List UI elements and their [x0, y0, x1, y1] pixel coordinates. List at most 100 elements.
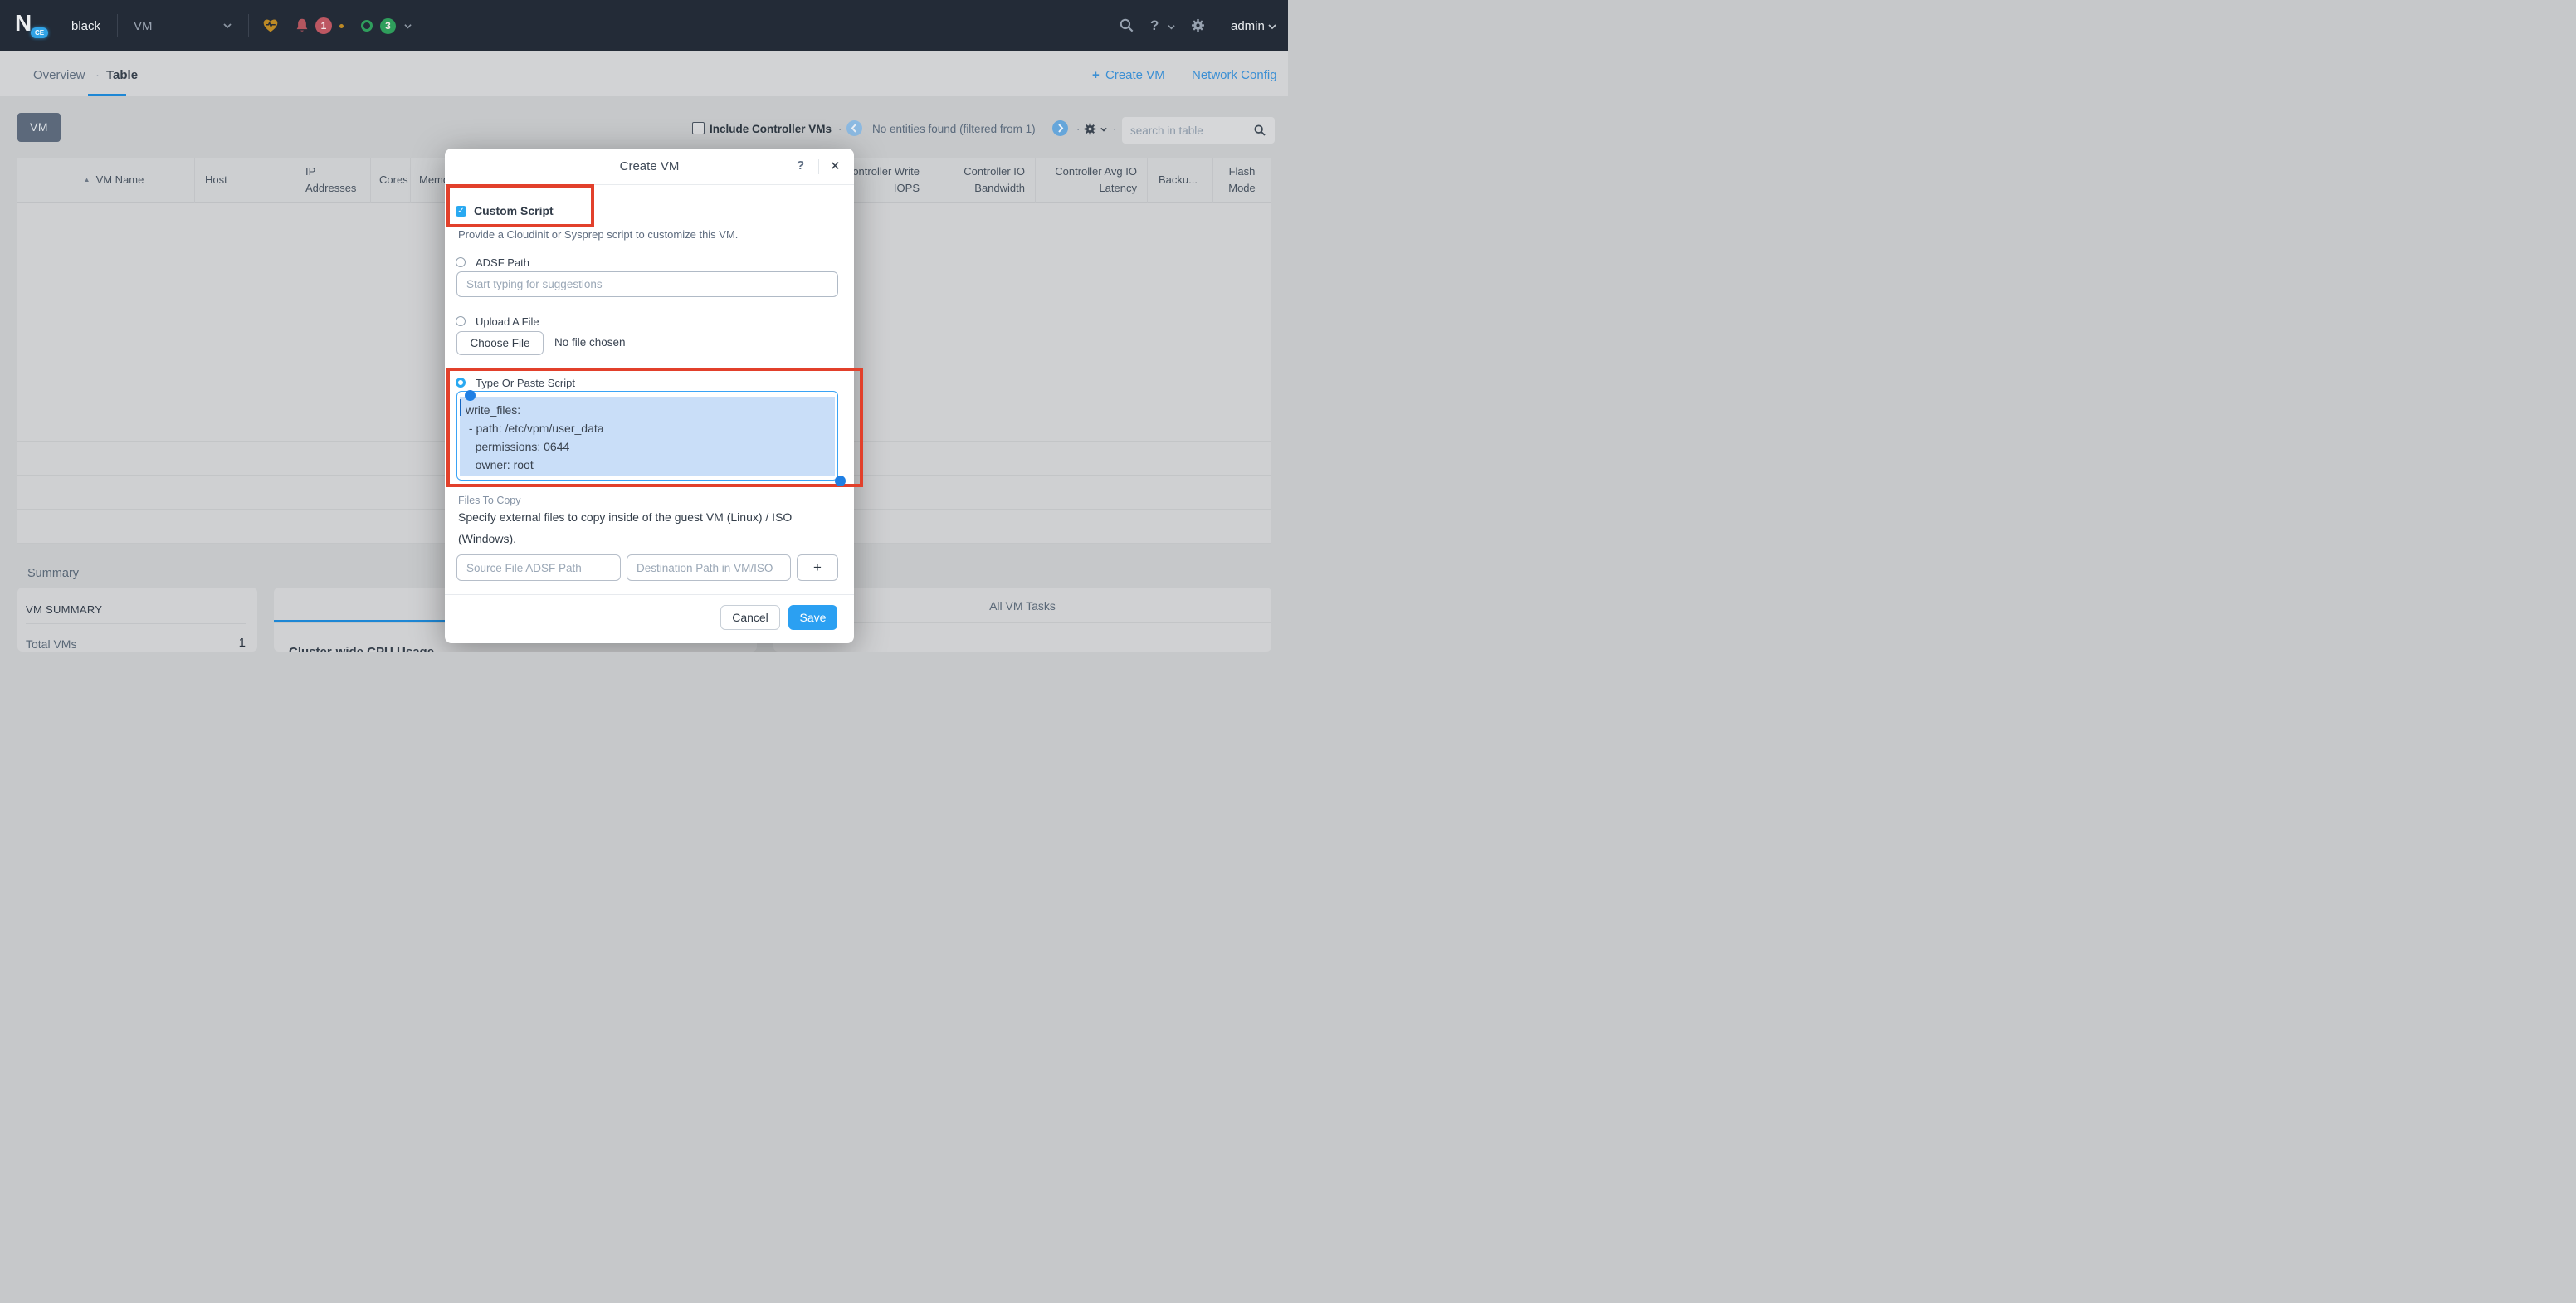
running-tasks-ring-icon[interactable] [361, 20, 373, 32]
column-label: Cores [379, 172, 421, 188]
column-label: Controller IO [929, 163, 1025, 180]
warning-dot-icon [339, 24, 344, 28]
column-label: Bandwidth [929, 180, 1025, 197]
upload-file-label: Upload A File [476, 315, 539, 328]
column-header-ip-addresses[interactable]: IP Addresses [305, 158, 380, 203]
sort-asc-icon: ▲ [84, 172, 90, 188]
chart-title: Cluster-wide CPU Usage [289, 645, 434, 652]
source-file-path-input[interactable] [456, 554, 621, 581]
column-label: Addresses [305, 180, 380, 197]
task-count-badge[interactable]: 3 [380, 18, 396, 34]
dot-separator: · [1113, 123, 1116, 135]
gear-icon[interactable] [1190, 17, 1206, 33]
card-divider [26, 623, 246, 624]
include-controller-vms-label: Include Controller VMs [710, 123, 832, 135]
save-button[interactable]: Save [788, 605, 837, 630]
user-menu[interactable]: admin [1231, 19, 1265, 33]
add-file-row-button[interactable]: + [797, 554, 838, 581]
adsf-path-input[interactable] [456, 271, 838, 297]
modal-title: Create VM [445, 159, 854, 173]
next-page-button[interactable] [1052, 120, 1068, 136]
tab-table[interactable]: Table [106, 68, 138, 82]
close-icon[interactable]: ✕ [830, 159, 841, 173]
plus-icon: + [1092, 68, 1100, 82]
chevron-down-icon[interactable] [1167, 23, 1176, 31]
files-to-copy-help: Specify external files to copy inside of… [458, 510, 792, 524]
column-separator [1212, 158, 1213, 203]
table-search [1122, 117, 1275, 144]
dot-separator: · [1076, 123, 1080, 135]
column-label: Host [205, 172, 296, 188]
vm-summary-card: VM SUMMARY Total VMs 1 [17, 588, 257, 652]
column-label: Controller Avg IO [1037, 163, 1137, 180]
health-heart-icon[interactable] [262, 17, 279, 34]
selection-handle-start[interactable] [465, 390, 476, 401]
custom-script-help-text: Provide a Cloudinit or Sysprep script to… [458, 228, 738, 241]
modal-header-border [445, 184, 854, 185]
column-label: Flash [1212, 163, 1271, 180]
total-vms-value: 1 [239, 636, 246, 650]
adsf-path-radio[interactable] [456, 257, 466, 267]
selection-handle-end[interactable] [835, 476, 846, 486]
nutanix-logo[interactable]: N [15, 10, 31, 37]
include-controller-vms-checkbox[interactable] [692, 122, 705, 134]
choose-file-button[interactable]: Choose File [456, 331, 544, 355]
column-header-controller-avg-io-latency[interactable]: Controller Avg IO Latency [1037, 158, 1137, 203]
cluster-name[interactable]: black [71, 19, 100, 33]
table-search-input[interactable] [1130, 117, 1247, 144]
tab-separator: · [95, 68, 100, 82]
prev-page-button[interactable] [846, 120, 862, 136]
column-header-backup[interactable]: Backu... [1159, 158, 1217, 203]
top-navbar: N CE black VM 1 3 ? admin [0, 0, 1288, 51]
tab-overview[interactable]: Overview [33, 68, 85, 82]
total-vms-label: Total VMs [26, 637, 76, 651]
search-icon[interactable] [1119, 17, 1134, 33]
nav-divider [117, 14, 118, 37]
search-icon[interactable] [1253, 124, 1266, 137]
table-settings-gear-icon[interactable] [1083, 122, 1097, 136]
text-caret [460, 399, 461, 416]
entity-menu-select[interactable]: VM [134, 19, 153, 33]
column-header-host[interactable]: Host [205, 158, 296, 203]
network-config-link[interactable]: Network Config [1192, 68, 1277, 82]
summary-heading: Summary [27, 567, 79, 580]
destination-path-input[interactable] [627, 554, 791, 581]
column-header-cores[interactable]: Cores [379, 158, 421, 203]
column-label: IP [305, 163, 380, 180]
column-header-vm-name[interactable]: ▲ VM Name [25, 158, 202, 203]
active-tab-indicator [88, 94, 126, 96]
column-separator [410, 158, 411, 203]
type-or-paste-label: Type Or Paste Script [476, 377, 575, 389]
help-menu[interactable]: ? [1150, 17, 1159, 34]
chevron-down-icon[interactable] [1100, 126, 1108, 133]
chevron-down-icon[interactable] [222, 22, 232, 30]
no-file-chosen-text: No file chosen [554, 336, 626, 349]
modal-help-icon[interactable]: ? [797, 159, 804, 173]
type-or-paste-radio[interactable] [456, 378, 466, 388]
entities-count-text: No entities found (filtered from 1) [872, 123, 1036, 135]
alerts-bell-icon[interactable] [295, 17, 310, 34]
custom-script-label: Custom Script [474, 204, 554, 217]
entity-type-chip[interactable]: VM [17, 113, 61, 142]
column-header-flash-mode[interactable]: Flash Mode [1212, 158, 1271, 203]
alert-count-badge[interactable]: 1 [315, 17, 332, 34]
modal-header-divider [818, 159, 819, 174]
chevron-down-icon[interactable] [1267, 22, 1277, 31]
cancel-button[interactable]: Cancel [720, 605, 780, 630]
chevron-down-icon[interactable] [403, 22, 412, 30]
page-tabbar: Overview · Table + Create VM Network Con… [0, 51, 1288, 96]
column-label: Latency [1037, 180, 1137, 197]
column-separator [1147, 158, 1148, 203]
column-label: VM Name [96, 172, 144, 188]
column-separator [370, 158, 371, 203]
files-to-copy-label: Files To Copy [458, 495, 521, 506]
column-header-controller-io-bandwidth[interactable]: Controller IO Bandwidth [929, 158, 1025, 203]
script-line: permissions: 0644 [466, 437, 569, 456]
upload-file-radio[interactable] [456, 316, 466, 326]
script-line: - path: /etc/vpm/user_data [466, 419, 604, 437]
custom-script-checkbox[interactable]: ✓ [456, 206, 466, 217]
adsf-path-label: ADSF Path [476, 256, 529, 269]
script-textarea[interactable]: write_files: - path: /etc/vpm/user_data … [456, 391, 838, 481]
script-line: owner: root [466, 456, 534, 474]
create-vm-link[interactable]: Create VM [1105, 68, 1165, 82]
